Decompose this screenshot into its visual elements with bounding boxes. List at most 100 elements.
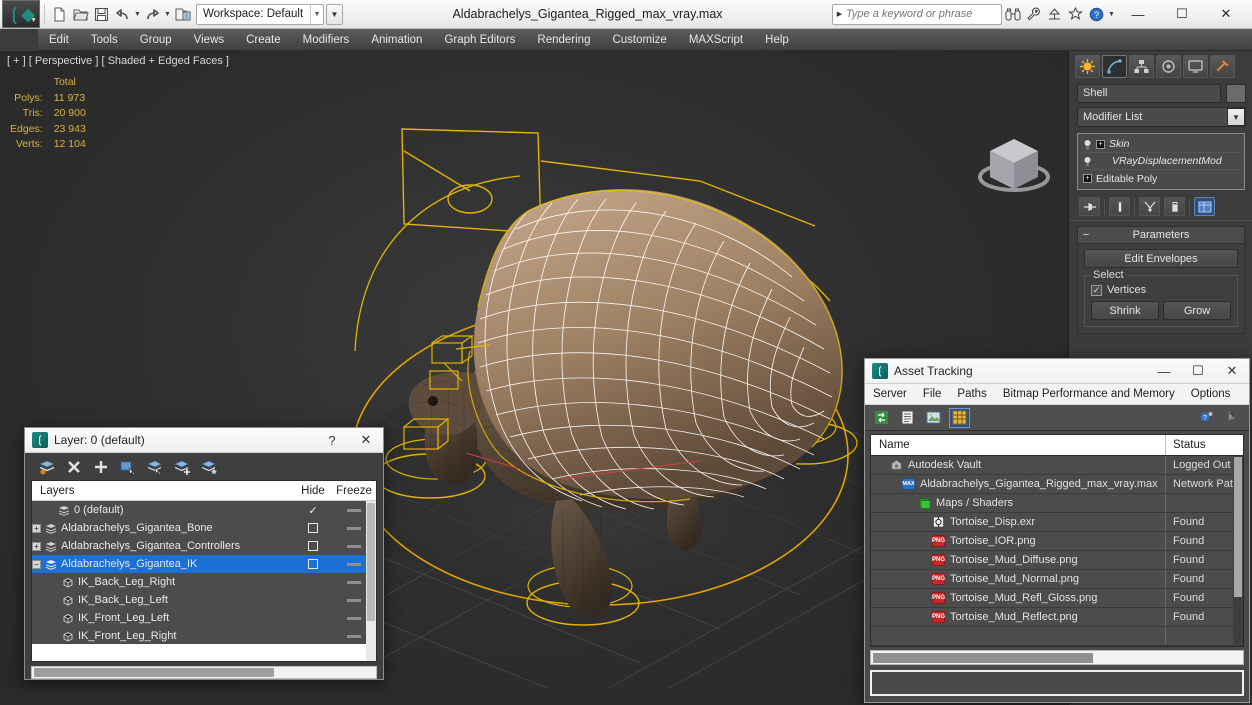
collapse-icon[interactable]: – bbox=[32, 559, 41, 569]
asset-list[interactable]: Name Status Autodesk Vault Logged Out MA… bbox=[870, 434, 1244, 647]
maximize-button[interactable]: ☐ bbox=[1160, 0, 1204, 28]
object-color-swatch[interactable] bbox=[1226, 84, 1246, 103]
edit-envelopes-button[interactable]: Edit Envelopes bbox=[1084, 249, 1238, 268]
layer-dialog[interactable]: ❲ Layer: 0 (default) ? ✕ Layers Hide Fre… bbox=[24, 427, 384, 680]
vertices-checkbox[interactable]: ✓ bbox=[1091, 284, 1102, 296]
freeze-dash-icon[interactable] bbox=[347, 580, 361, 584]
menu-animation[interactable]: Animation bbox=[360, 29, 433, 51]
asset-tracking-maximize-button[interactable]: ☐ bbox=[1181, 359, 1215, 384]
add-selection-to-layer-icon[interactable] bbox=[172, 457, 192, 477]
refresh-icon[interactable] bbox=[871, 408, 892, 428]
layer-row-ik[interactable]: – Aldabrachelys_Gigantea_IK bbox=[32, 555, 376, 573]
layer-column-name[interactable]: Layers bbox=[32, 481, 294, 500]
layer-row-controllers[interactable]: + Aldabrachelys_Gigantea_Controllers bbox=[32, 537, 376, 555]
menu-rendering[interactable]: Rendering bbox=[526, 29, 601, 51]
grid-view-icon[interactable] bbox=[949, 407, 970, 428]
undo-dropdown-caret-icon[interactable]: ▼ bbox=[133, 11, 142, 18]
asset-row-tortoise-disp[interactable]: Tortoise_Disp.exr Found bbox=[871, 513, 1243, 532]
freeze-dash-icon[interactable] bbox=[347, 634, 361, 638]
layer-dialog-close-button[interactable]: ✕ bbox=[349, 428, 383, 453]
asset-row-scene-file[interactable]: MAX Aldabrachelys_Gigantea_Rigged_max_vr… bbox=[871, 475, 1243, 494]
pin-stack-icon[interactable] bbox=[1079, 197, 1100, 216]
search-input[interactable] bbox=[846, 8, 1001, 20]
freeze-dash-icon[interactable] bbox=[347, 544, 361, 548]
asset-path-field[interactable] bbox=[870, 670, 1244, 696]
workspace-selector[interactable]: Workspace: Default ▼ bbox=[196, 3, 324, 25]
asset-column-name[interactable]: Name bbox=[871, 435, 1165, 455]
help-dropdown-caret-icon[interactable]: ▼ bbox=[1107, 11, 1116, 18]
asset-menu-server[interactable]: Server bbox=[865, 384, 915, 405]
select-objects-in-layer-icon[interactable] bbox=[118, 457, 138, 477]
layer-row-ik-front-leg-left[interactable]: IK_Front_Leg_Left bbox=[32, 609, 376, 627]
select-highlighted-layer-icon[interactable] bbox=[145, 457, 165, 477]
menu-graph-editors[interactable]: Graph Editors bbox=[433, 29, 526, 51]
freeze-dash-icon[interactable] bbox=[347, 508, 361, 512]
chevron-down-icon[interactable]: ▼ bbox=[1227, 108, 1245, 126]
freeze-dash-icon[interactable] bbox=[347, 526, 361, 530]
modifier-stack-item-vraydisplacementmod[interactable]: VRayDisplacementMod bbox=[1080, 153, 1242, 170]
menu-edit[interactable]: Edit bbox=[38, 29, 80, 51]
asset-menu-file[interactable]: File bbox=[915, 384, 950, 405]
menu-create[interactable]: Create bbox=[235, 29, 292, 51]
remove-modifier-icon[interactable] bbox=[1164, 197, 1185, 216]
layer-row-default[interactable]: 0 (default) ✓ bbox=[32, 501, 376, 519]
layer-dialog-help-button[interactable]: ? bbox=[315, 428, 349, 453]
utilities-tab[interactable] bbox=[1210, 55, 1235, 78]
parameters-rollout-header[interactable]: − Parameters bbox=[1078, 227, 1244, 244]
light-bulb-icon[interactable] bbox=[1083, 155, 1092, 167]
modifier-stack-item-skin[interactable]: + Skin bbox=[1080, 136, 1242, 153]
layer-row-bone[interactable]: + Aldabrachelys_Gigantea_Bone bbox=[32, 519, 376, 537]
hide-checkbox[interactable] bbox=[308, 559, 318, 569]
hierarchy-tab[interactable] bbox=[1129, 55, 1154, 78]
add-layer-icon[interactable] bbox=[91, 457, 111, 477]
create-tab[interactable] bbox=[1075, 55, 1100, 78]
menu-tools[interactable]: Tools bbox=[80, 29, 129, 51]
search-expand-icon[interactable]: ▶ bbox=[833, 10, 846, 18]
view-cube[interactable] bbox=[968, 129, 1060, 201]
freeze-dash-icon[interactable] bbox=[347, 616, 361, 620]
asset-column-status[interactable]: Status bbox=[1166, 435, 1243, 455]
workspace-caret-icon[interactable]: ▼ bbox=[310, 4, 323, 24]
redo-dropdown-caret-icon[interactable]: ▼ bbox=[163, 11, 172, 18]
search-box[interactable]: ▶ bbox=[832, 3, 1002, 25]
asset-tracking-minimize-button[interactable]: — bbox=[1147, 359, 1181, 384]
menu-modifiers[interactable]: Modifiers bbox=[292, 29, 361, 51]
asset-row-maps-shaders[interactable]: Maps / Shaders bbox=[871, 494, 1243, 513]
list-view-icon[interactable] bbox=[897, 408, 918, 428]
menu-help[interactable]: Help bbox=[754, 29, 800, 51]
expand-icon[interactable]: + bbox=[32, 541, 41, 551]
viewport-label[interactable]: [ + ] [ Perspective ] [ Shaded + Edged F… bbox=[7, 55, 229, 67]
scrollbar-thumb[interactable] bbox=[34, 668, 274, 677]
wrench-icon[interactable] bbox=[1023, 4, 1044, 25]
asset-tracking-close-button[interactable]: ✕ bbox=[1215, 359, 1249, 384]
layer-row-ik-back-leg-left[interactable]: IK_Back_Leg_Left bbox=[32, 591, 376, 609]
configure-sets-icon[interactable] bbox=[1194, 197, 1215, 216]
3ds-max-logo-button[interactable]: ❲◆ ▼ bbox=[2, 0, 40, 28]
expand-icon[interactable]: + bbox=[32, 523, 41, 533]
hide-checkbox[interactable] bbox=[308, 541, 318, 551]
modifier-stack-item-editable-poly[interactable]: + Editable Poly bbox=[1080, 170, 1242, 187]
asset-row-tortoise-mud-refl-gloss[interactable]: PNG Tortoise_Mud_Refl_Gloss.png Found bbox=[871, 589, 1243, 608]
menu-views[interactable]: Views bbox=[183, 29, 235, 51]
asset-row-tortoise-mud-reflect[interactable]: PNG Tortoise_Mud_Reflect.png Found bbox=[871, 608, 1243, 627]
freeze-dash-icon[interactable] bbox=[347, 598, 361, 602]
layer-column-hide[interactable]: Hide bbox=[294, 481, 332, 500]
freeze-dash-icon[interactable] bbox=[347, 562, 361, 566]
undo-icon[interactable] bbox=[112, 4, 133, 25]
star-icon[interactable] bbox=[1065, 4, 1086, 25]
binoculars-icon[interactable] bbox=[1002, 4, 1023, 25]
light-bulb-icon[interactable] bbox=[1083, 138, 1092, 150]
layer-row-ik-front-leg-right[interactable]: IK_Front_Leg_Right bbox=[32, 627, 376, 644]
layer-list[interactable]: Layers Hide Freeze 0 (default) ✓ + Aldab… bbox=[31, 480, 377, 662]
expand-plus-icon[interactable]: + bbox=[1096, 139, 1105, 149]
layer-list-vertical-scrollbar[interactable] bbox=[366, 501, 376, 661]
shrink-button[interactable]: Shrink bbox=[1091, 301, 1159, 320]
asset-row-tortoise-mud-diffuse[interactable]: PNG Tortoise_Mud_Diffuse.png Found bbox=[871, 551, 1243, 570]
scrollbar-thumb[interactable] bbox=[1234, 457, 1242, 597]
rollout-collapse-icon[interactable]: − bbox=[1078, 229, 1094, 241]
close-button[interactable]: ✕ bbox=[1204, 0, 1248, 28]
asset-menu-bitmap-performance[interactable]: Bitmap Performance and Memory bbox=[995, 384, 1183, 405]
save-icon[interactable] bbox=[91, 4, 112, 25]
help-icon[interactable]: ? bbox=[1086, 4, 1107, 25]
display-tab[interactable] bbox=[1183, 55, 1208, 78]
